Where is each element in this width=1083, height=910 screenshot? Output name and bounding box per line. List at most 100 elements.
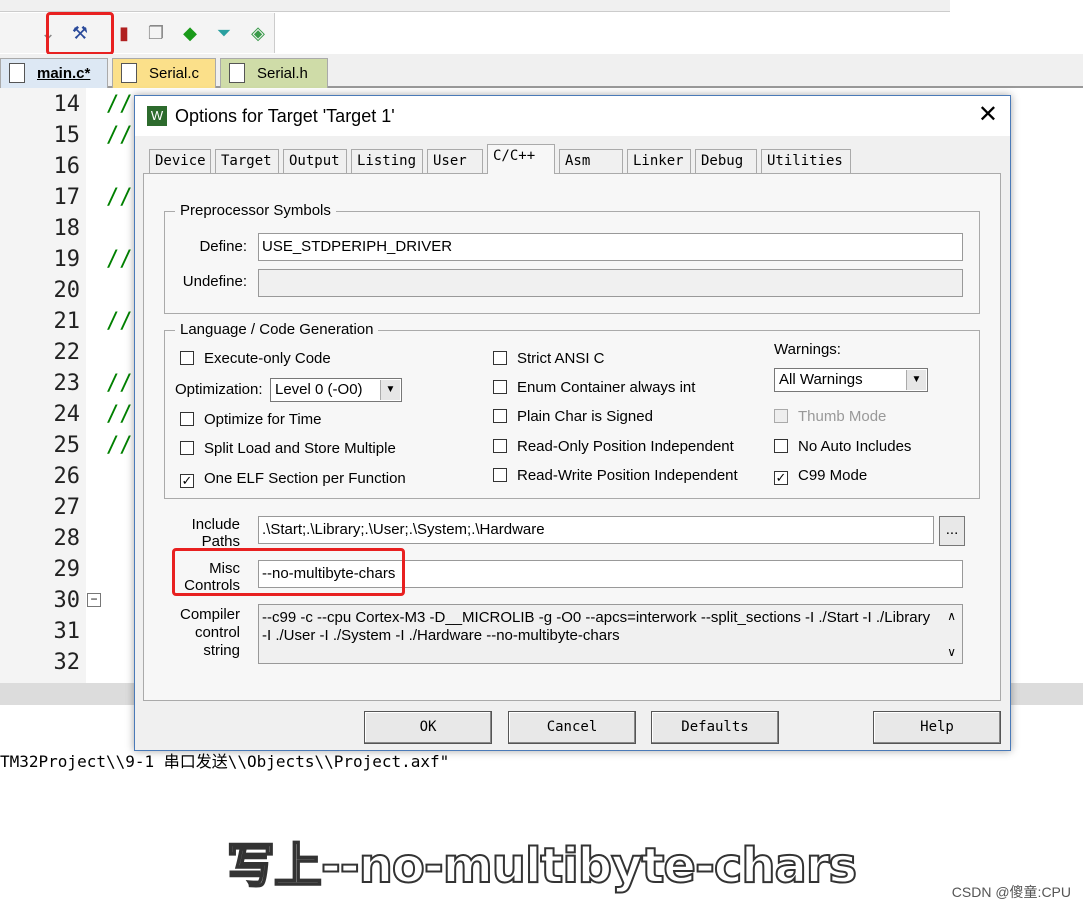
compiler-control-label: Compiler control string [179,606,240,659]
run-icon[interactable]: ◆ [178,21,202,45]
highlight-box-toolbar [46,12,114,55]
warnings-select[interactable]: All Warnings ▼ [774,368,928,392]
checkbox-strict-ansi-c[interactable]: Strict ANSI C [493,350,605,367]
scroll-up-icon[interactable]: ∧ [947,607,956,625]
checkbox-unchecked-icon [774,439,788,453]
code-line: // [106,433,133,458]
tab-user[interactable]: User [427,149,483,173]
checkbox-enum-container-always-int[interactable]: Enum Container always int [493,379,695,396]
close-icon[interactable]: ✕ [978,100,998,129]
code-line: // [106,92,133,117]
checkbox-plain-char-is-signed[interactable]: Plain Char is Signed [493,408,653,425]
fold-collapse-icon[interactable]: − [87,593,101,607]
tab-output[interactable]: Output [283,149,347,173]
warnings-label: Warnings: [774,341,841,358]
checkbox-label: Optimize for Time [204,411,322,428]
checkbox-split-load-and-store-multiple[interactable]: Split Load and Store Multiple [180,440,396,457]
checkbox-read-only-position-independent[interactable]: Read-Only Position Independent [493,438,734,455]
line-number: 26 [53,464,81,489]
checkbox-read-write-position-independent[interactable]: Read-Write Position Independent [493,467,738,484]
code-line: // [106,402,133,427]
checkbox-label: Plain Char is Signed [517,408,653,425]
checkbox-unchecked-icon [493,380,507,394]
tab-main-c[interactable]: main.c* [0,58,108,88]
checkbox-unchecked-icon [493,439,507,453]
manage-project-icon[interactable]: ▮ [112,21,136,45]
chevron-down-icon: ▼ [906,370,926,390]
checkbox-label: One ELF Section per Function [204,470,406,487]
copy-icon[interactable]: ❐ [144,21,168,45]
tab-listing[interactable]: Listing [351,149,423,173]
checkbox-label: Thumb Mode [798,408,887,425]
line-number: 18 [53,216,81,241]
checkbox-unchecked-icon [774,409,788,423]
checkbox-label: Split Load and Store Multiple [204,440,396,457]
line-number: 17 [53,185,81,210]
checkbox-execute-only-code[interactable]: Execute-only Code [180,350,331,367]
line-number: 31 [53,619,81,644]
line-number: 28 [53,526,81,551]
include-paths-label: Include Paths [191,516,240,550]
checkbox-label: Strict ANSI C [517,350,605,367]
video-subtitle: 写上--no-multibyte-chars [226,837,858,895]
checkbox-label: Read-Write Position Independent [517,467,738,484]
tab-linker[interactable]: Linker [627,149,691,173]
highlight-box-misc-controls [172,548,405,596]
checkbox-label: Read-Only Position Independent [517,438,734,455]
compiler-control-text: --c99 -c --cpu Cortex-M3 -D__MICROLIB -g… [262,609,931,644]
line-number: 21 [53,309,81,334]
include-paths-input[interactable]: .\Start;.\Library;.\User;.\System;.\Hard… [258,516,934,544]
browse-button[interactable]: ... [939,516,965,546]
compiler-control-textarea[interactable]: --c99 -c --cpu Cortex-M3 -D__MICROLIB -g… [258,604,963,664]
code-line: // [106,185,133,210]
optimization-select[interactable]: Level 0 (-O0) ▼ [270,378,402,402]
pack-installer-icon[interactable]: ◈ [246,21,270,45]
define-input[interactable]: USE_STDPERIPH_DRIVER [258,233,963,261]
file-icon [9,63,25,83]
tab-serial-h[interactable]: Serial.h [220,58,328,88]
checkbox-no-auto-includes[interactable]: No Auto Includes [774,438,911,455]
code-line: // [106,309,133,334]
selected-value: All Warnings [779,371,863,388]
dialog-title-bar: W Options for Target 'Target 1' ✕ [135,96,1010,136]
line-number: 15 [53,123,81,148]
line-number: 14 [53,92,81,117]
line-number: 16 [53,154,81,179]
file-icon [121,63,137,83]
checkbox-checked-icon: ✓ [774,470,788,485]
tab-device[interactable]: Device [149,149,211,173]
line-number: 29 [53,557,81,582]
tab-cc[interactable]: C/C++ [487,144,555,174]
cancel-button[interactable]: Cancel [508,711,636,744]
help-button[interactable]: Help [873,711,1001,744]
checkbox-unchecked-icon [180,412,194,426]
line-number: 20 [53,278,81,303]
tab-asm[interactable]: Asm [559,149,623,173]
checkbox-thumb-mode[interactable]: Thumb Mode [774,408,886,425]
line-number: 32 [53,650,81,675]
checkbox-unchecked-icon [493,409,507,423]
filter-icon[interactable]: ⏷ [212,21,236,45]
scroll-down-icon[interactable]: ∨ [947,643,956,661]
language-group: Language / Code Generation Execute-only … [164,321,980,499]
defaults-button[interactable]: Defaults [651,711,779,744]
line-number: 25 [53,433,81,458]
checkbox-one-elf-section-per-function[interactable]: ✓ One ELF Section per Function [180,470,406,488]
code-line: // [106,247,133,272]
cpp-tab-panel: Preprocessor Symbols Define: USE_STDPERI… [143,173,1001,701]
tab-utilities[interactable]: Utilities [761,149,851,173]
tab-target[interactable]: Target [215,149,279,173]
checkbox-c99-mode[interactable]: ✓ C99 Mode [774,467,867,485]
checkbox-label: Execute-only Code [204,350,331,367]
ok-button[interactable]: OK [364,711,492,744]
selected-value: Level 0 (-O0) [275,381,363,398]
checkbox-optimize-for-time[interactable]: Optimize for Time [180,411,322,428]
undefine-label: Undefine: [182,273,247,290]
undefine-input[interactable] [258,269,963,297]
tab-serial-c[interactable]: Serial.c [112,58,216,88]
checkbox-unchecked-icon [180,351,194,365]
line-number: 27 [53,495,81,520]
optimization-label: Optimization: [175,381,263,398]
tab-debug[interactable]: Debug [695,149,757,173]
checkbox-checked-icon: ✓ [180,473,194,488]
